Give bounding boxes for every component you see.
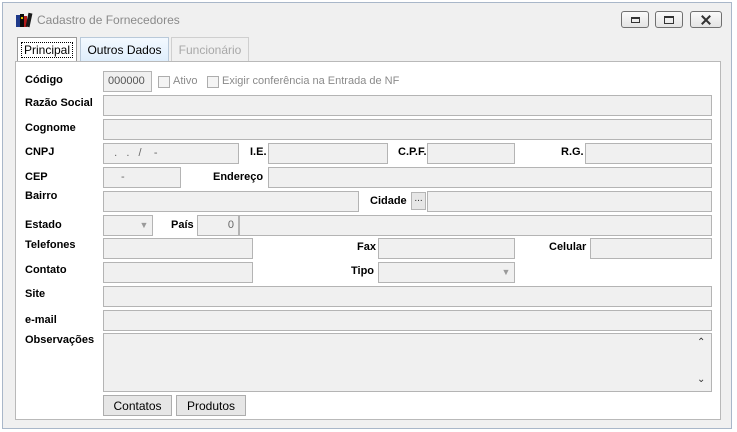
estado-label: Estado xyxy=(25,219,62,231)
codigo-field[interactable]: 000000 xyxy=(103,71,152,92)
ativo-label: Ativo xyxy=(173,75,198,87)
cnpj-label: CNPJ xyxy=(25,146,55,158)
endereco-label: Endereço xyxy=(213,171,264,183)
fax-field[interactable] xyxy=(378,238,515,259)
rg-label: R.G. xyxy=(561,146,584,158)
razao-social-label: Razão Social xyxy=(25,97,93,109)
telefones-field[interactable] xyxy=(103,238,253,259)
telefones-label: Telefones xyxy=(25,239,76,251)
site-label: Site xyxy=(25,288,46,300)
maximize-button[interactable] xyxy=(655,11,683,28)
close-icon xyxy=(700,14,712,26)
estado-select[interactable]: ▼ xyxy=(103,215,153,236)
books-icon xyxy=(16,12,33,28)
produtos-button[interactable]: Produtos xyxy=(176,395,246,416)
observacoes-label: Observações xyxy=(25,334,95,346)
cnpj-field[interactable]: . . / - xyxy=(103,143,239,164)
cognome-field[interactable] xyxy=(103,119,712,140)
cpf-field[interactable] xyxy=(427,143,515,164)
ie-label: I.E. xyxy=(250,146,267,158)
minimize-icon xyxy=(630,16,640,23)
maximize-icon xyxy=(664,15,674,24)
contatos-button[interactable]: Contatos xyxy=(103,395,172,416)
pais-name-field[interactable] xyxy=(239,215,712,236)
tab-outros-dados[interactable]: Outros Dados xyxy=(80,37,169,61)
email-field[interactable] xyxy=(103,310,712,331)
contato-field[interactable] xyxy=(103,262,253,283)
form-panel: Código 000000 Ativo Exigir conferência n… xyxy=(15,61,721,420)
title-bar[interactable]: Cadastro de Fornecedores xyxy=(3,3,731,33)
cidade-lookup-button[interactable]: ... xyxy=(411,192,426,210)
razao-social-field[interactable] xyxy=(103,95,712,116)
scroll-up-icon[interactable]: ⌃ xyxy=(697,337,705,348)
tipo-label: Tipo xyxy=(351,265,375,277)
codigo-label: Código xyxy=(25,74,63,86)
ativo-checkbox[interactable] xyxy=(158,76,170,88)
pais-code-field[interactable]: 0 xyxy=(197,215,239,236)
chevron-down-icon: ▼ xyxy=(501,267,511,277)
cidade-field[interactable] xyxy=(427,191,712,212)
close-button[interactable] xyxy=(690,11,722,28)
celular-field[interactable] xyxy=(590,238,712,259)
scroll-down-icon[interactable]: ⌄ xyxy=(697,374,705,385)
exigir-conferencia-label: Exigir conferência na Entrada de NF xyxy=(222,75,400,87)
tab-outros-dados-label: Outros Dados xyxy=(87,42,162,57)
ie-field[interactable] xyxy=(268,143,388,164)
site-field[interactable] xyxy=(103,286,712,307)
window-title: Cadastro de Fornecedores xyxy=(37,13,180,27)
cidade-label: Cidade xyxy=(370,195,407,207)
bairro-label: Bairro xyxy=(25,190,58,202)
cep-label: CEP xyxy=(25,171,48,183)
fax-label: Fax xyxy=(357,241,376,253)
pais-label: País xyxy=(171,219,194,231)
minimize-button[interactable] xyxy=(621,11,649,28)
tab-principal-label: Principal xyxy=(20,42,74,58)
observacoes-scrollbar[interactable]: ⌃ ⌄ xyxy=(694,334,711,391)
observacoes-field[interactable]: ⌃ ⌄ xyxy=(103,333,712,392)
tab-funcionario: Funcionário xyxy=(171,37,249,61)
celular-label: Celular xyxy=(549,241,587,253)
tab-principal[interactable]: Principal xyxy=(17,37,77,62)
endereco-field[interactable] xyxy=(268,167,712,188)
contato-label: Contato xyxy=(25,264,67,276)
tipo-select[interactable]: ▼ xyxy=(378,262,515,283)
cep-field[interactable]: - xyxy=(103,167,181,188)
exigir-conferencia-checkbox[interactable] xyxy=(207,76,219,88)
rg-field[interactable] xyxy=(585,143,712,164)
bairro-field[interactable] xyxy=(103,191,359,212)
tab-funcionario-label: Funcionário xyxy=(178,42,242,57)
cpf-label: C.P.F. xyxy=(398,146,427,158)
chevron-down-icon: ▼ xyxy=(139,220,149,230)
email-label: e-mail xyxy=(25,314,57,326)
cognome-label: Cognome xyxy=(25,122,76,134)
supplier-window: Cadastro de Fornecedores Principal Outro… xyxy=(2,2,732,429)
